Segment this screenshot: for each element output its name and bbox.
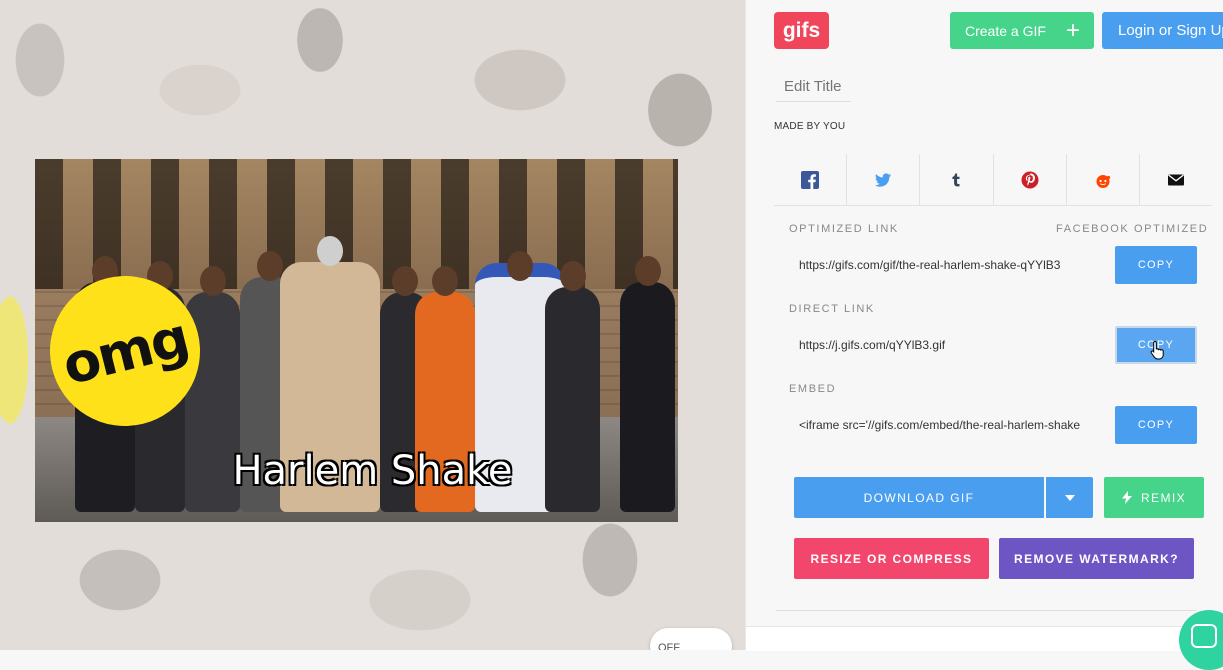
pinterest-icon (1021, 171, 1039, 188)
chat-support-button[interactable] (1179, 610, 1223, 670)
facebook-icon (801, 170, 820, 189)
share-twitter-button[interactable] (847, 154, 921, 205)
resize-label: RESIZE OR COMPRESS (810, 551, 973, 566)
toggle-label: OFF (658, 642, 680, 650)
chevron-down-icon (1064, 494, 1075, 501)
gifs-logo[interactable]: gifs (774, 12, 829, 49)
copy-label: COPY (1137, 259, 1175, 271)
chat-icon (1191, 624, 1217, 648)
embed-code[interactable]: <iframe src='//gifs.com/embed/the-real-h… (799, 418, 1109, 432)
share-reddit-button[interactable] (1067, 154, 1140, 205)
facebook-optimized-link[interactable]: FACEBOOK OPTIMIZED (1056, 223, 1208, 235)
share-panel: gifs Create a GIF + Login or Sign Up MAD… (745, 0, 1223, 670)
optimized-link-url[interactable]: https://gifs.com/gif/the-real-harlem-sha… (799, 258, 1109, 272)
twitter-icon (875, 172, 892, 187)
download-label: DOWNLOAD GIF (863, 490, 975, 505)
made-by-label: MADE BY YOU (774, 121, 846, 132)
mail-icon (1167, 173, 1184, 185)
watermark-label: REMOVE WATERMARK? (1014, 551, 1179, 566)
remix-button[interactable]: REMIX (1104, 477, 1204, 518)
remove-watermark-button[interactable]: REMOVE WATERMARK? (999, 538, 1194, 579)
share-pinterest-button[interactable] (994, 154, 1067, 205)
login-signup-button[interactable]: Login or Sign Up (1102, 12, 1223, 49)
copy-optimized-link-button[interactable]: COPY (1115, 246, 1197, 284)
download-options-dropdown[interactable] (1045, 477, 1093, 518)
optimized-link-label: OPTIMIZED LINK (789, 223, 899, 235)
logo-text: gifs (782, 18, 821, 42)
lightning-icon (1121, 491, 1132, 504)
reddit-icon (1096, 174, 1110, 188)
gif-caption: Harlem Shake (232, 448, 513, 494)
tumblr-icon (952, 173, 960, 186)
edit-title-input[interactable] (776, 72, 851, 102)
share-tumblr-button[interactable] (920, 154, 994, 205)
resize-compress-button[interactable]: RESIZE OR COMPRESS (794, 538, 989, 579)
bottom-strip (746, 626, 1223, 651)
watermark-toggle[interactable]: OFF (650, 628, 732, 650)
create-gif-label: Create a GIF (965, 22, 1046, 39)
divider (776, 610, 1196, 611)
share-email-button[interactable] (1140, 154, 1212, 205)
plus-icon: + (1065, 17, 1080, 44)
copy-label: COPY (1137, 419, 1175, 431)
download-gif-button[interactable]: DOWNLOAD GIF (794, 477, 1044, 518)
remix-label: REMIX (1140, 490, 1186, 505)
login-label: Login or Sign Up (1118, 22, 1223, 39)
hand-cursor-icon (1150, 340, 1164, 360)
sticker-text: omg (56, 305, 194, 397)
create-gif-button[interactable]: Create a GIF + (950, 12, 1094, 49)
gif-preview-area: omg Harlem Shake OFF (0, 0, 745, 650)
embed-label: EMBED (789, 383, 837, 395)
copy-embed-button[interactable]: COPY (1115, 406, 1197, 444)
share-facebook-button[interactable] (774, 154, 848, 205)
share-bar (774, 154, 1212, 206)
direct-link-url[interactable]: https://j.gifs.com/qYYlB3.gif (799, 338, 1109, 352)
direct-link-label: DIRECT LINK (789, 303, 875, 315)
